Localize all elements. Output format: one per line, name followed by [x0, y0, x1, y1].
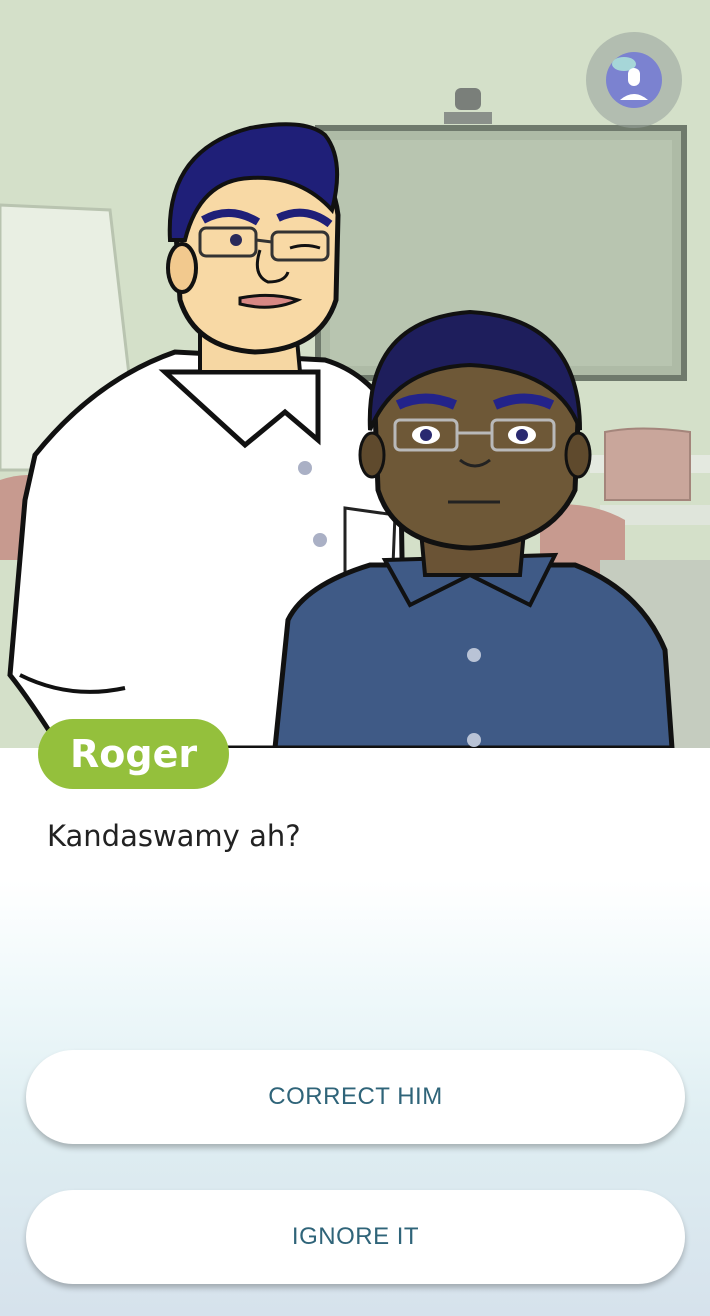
scene-illustration	[0, 0, 710, 748]
choice-correct-him-button[interactable]: CORRECT HIM	[26, 1050, 685, 1144]
dialogue-text: Kandaswamy ah?	[47, 819, 301, 853]
choice-label: IGNORE IT	[291, 1223, 420, 1250]
user-avatar-icon	[606, 52, 662, 108]
speaker-name-badge: Roger	[38, 719, 230, 789]
profile-avatar-button[interactable]	[586, 32, 682, 128]
choice-label: CORRECT HIM	[268, 1083, 443, 1110]
choice-ignore-it-button[interactable]: IGNORE IT	[26, 1190, 685, 1284]
app-screen: Roger Kandaswamy ah? CORRECT HIM IGNORE …	[0, 0, 710, 1316]
